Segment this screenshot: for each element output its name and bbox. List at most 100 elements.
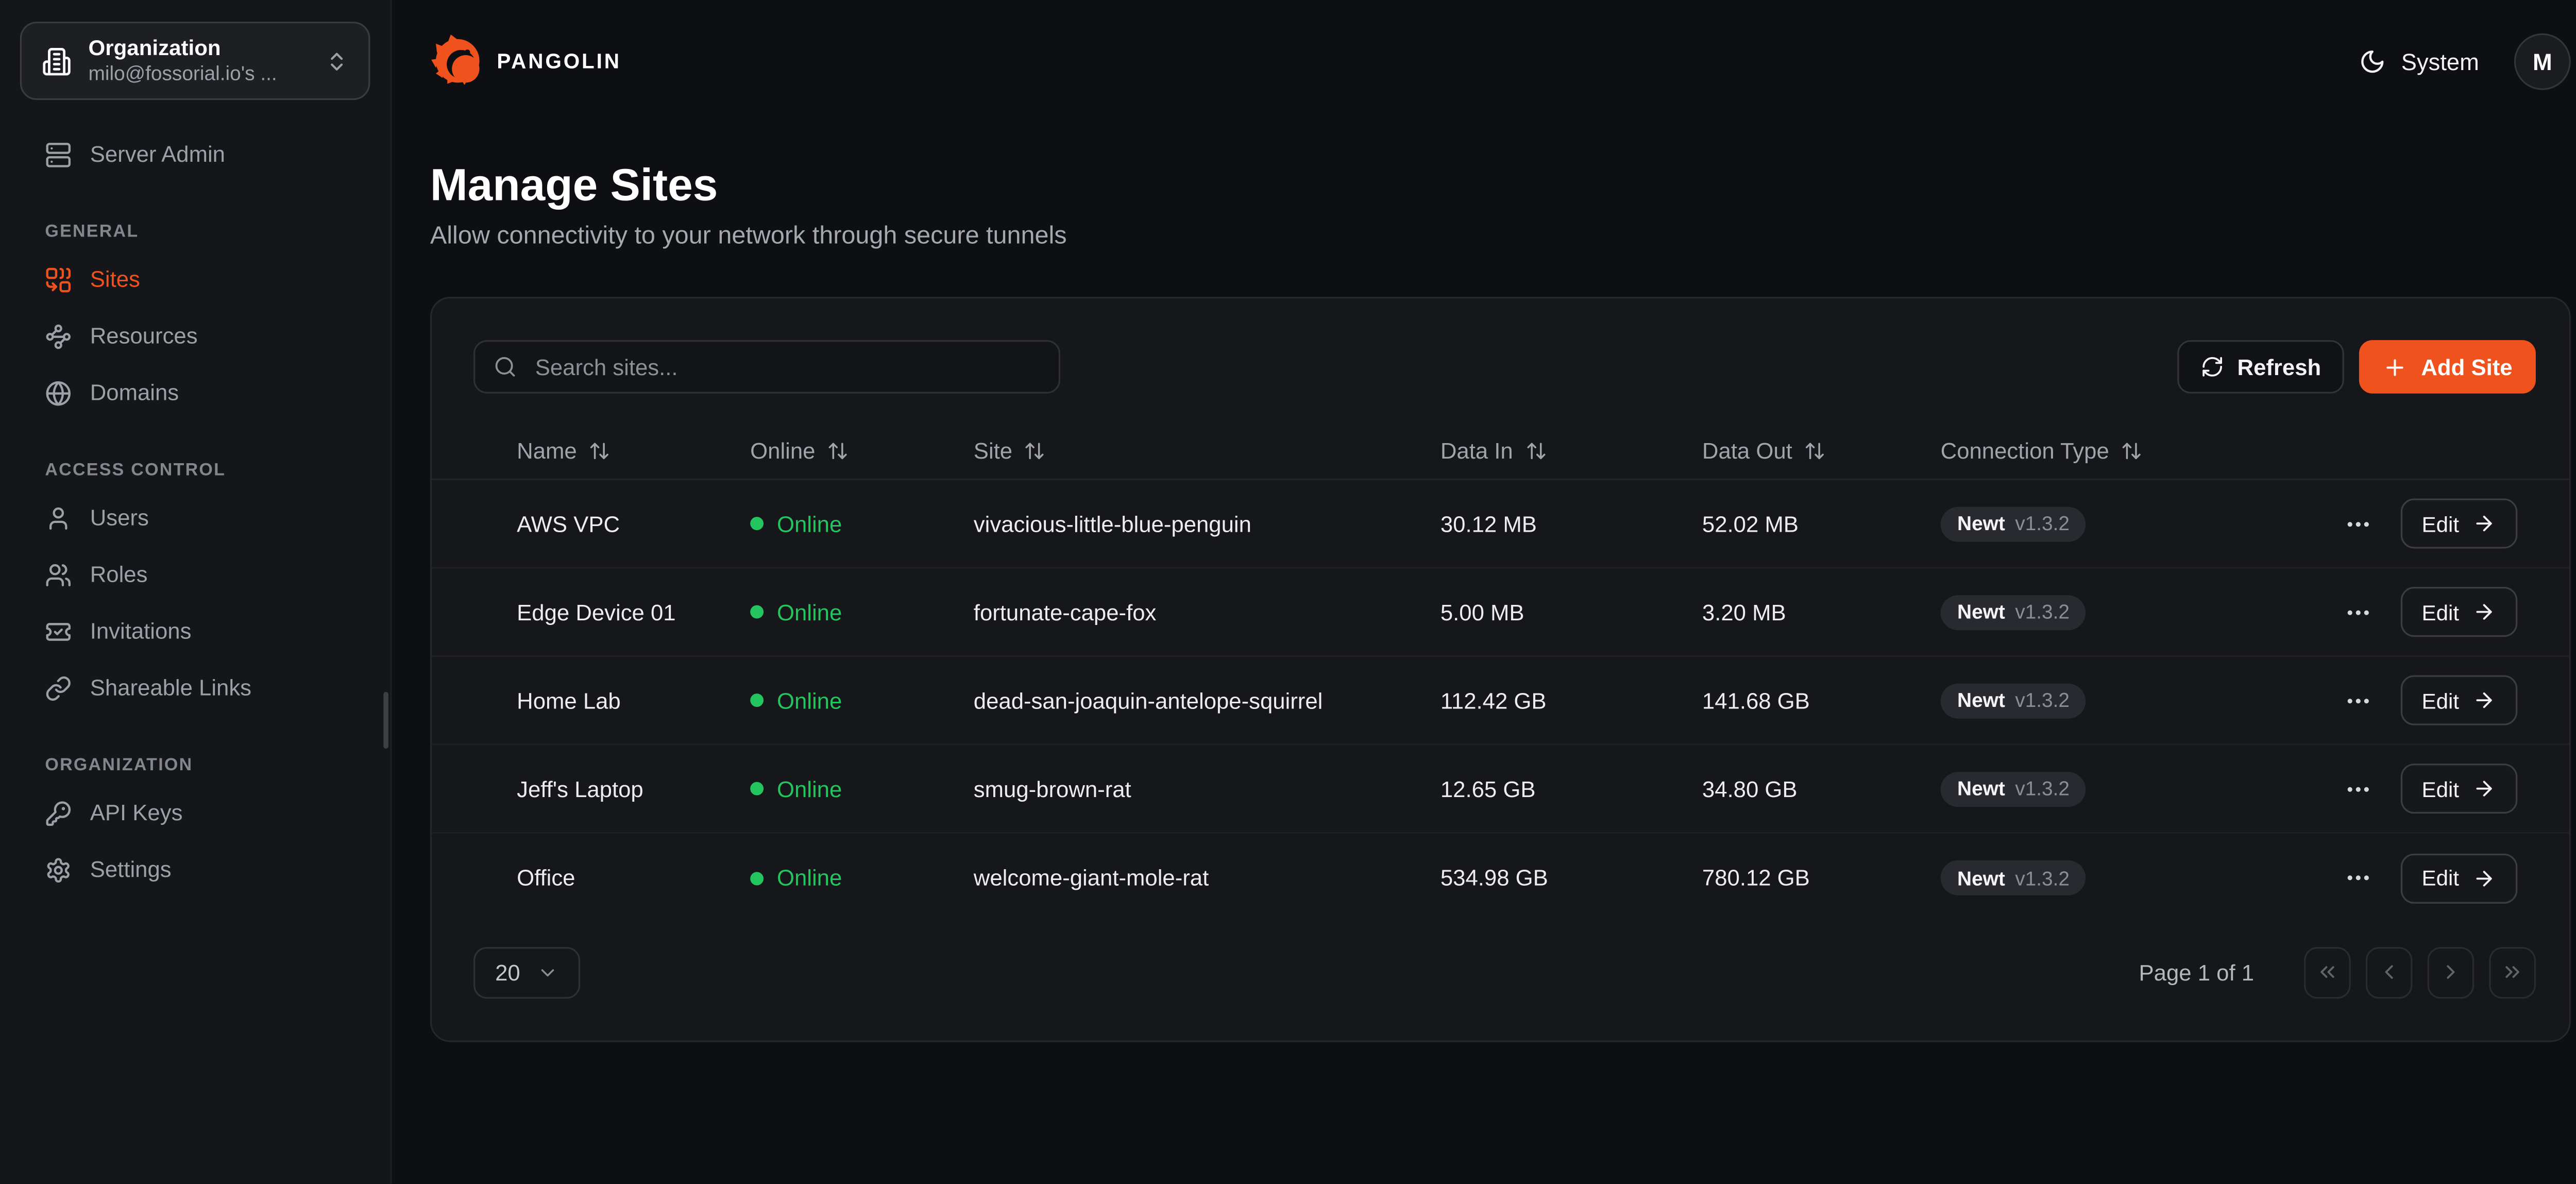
table-row[interactable]: Home Lab Online dead-san-joaquin-antelop…: [432, 657, 2569, 746]
site-status-cell: Online: [750, 865, 974, 890]
last-page-button[interactable]: [2489, 946, 2536, 997]
connection-badge: Newt v1.3.2: [1941, 506, 2087, 541]
page-info: Page 1 of 1: [2139, 959, 2254, 985]
sidebar-item-settings[interactable]: Settings: [20, 842, 370, 899]
theme-toggle[interactable]: System: [2360, 47, 2479, 74]
search-input[interactable]: [532, 352, 1040, 381]
main-content: PANGOLIN System M Manage Sites Allow con…: [392, 0, 2576, 1184]
connection-badge: Newt v1.3.2: [1941, 771, 2087, 806]
search-input-wrap[interactable]: [473, 340, 1060, 394]
first-page-button[interactable]: [2304, 946, 2351, 997]
sidebar-item-roles[interactable]: Roles: [20, 547, 370, 603]
sidebar-item-users[interactable]: Users: [20, 490, 370, 547]
page-size-value: 20: [495, 959, 520, 985]
site-id-cell: fortunate-cape-fox: [974, 599, 1440, 624]
site-status-cell: Online: [750, 599, 974, 624]
org-title: Organization: [89, 35, 309, 62]
brand-name: PANGOLIN: [497, 49, 621, 72]
sidebar-item-server-admin[interactable]: Server Admin: [20, 127, 370, 183]
row-menu-button[interactable]: [2340, 860, 2375, 895]
sidebar-item-label: Invitations: [90, 621, 192, 644]
column-header-data-in[interactable]: Data In: [1440, 438, 1702, 464]
sidebar-item-resources[interactable]: Resources: [20, 309, 370, 365]
site-id-cell: vivacious-little-blue-penguin: [974, 511, 1440, 536]
gear-icon: [45, 857, 72, 884]
sort-icon: [1524, 440, 1546, 462]
data-in-cell: 30.12 MB: [1440, 511, 1702, 536]
row-menu-button[interactable]: [2340, 595, 2375, 630]
org-switcher[interactable]: Organization milo@fossorial.io's ...: [20, 22, 370, 100]
data-in-cell: 12.65 GB: [1440, 776, 1702, 801]
sidebar-scrollbar-thumb[interactable]: [383, 692, 388, 749]
building-icon: [42, 46, 72, 76]
plus-icon: [2383, 354, 2408, 380]
user-avatar[interactable]: M: [2514, 32, 2571, 89]
site-name-cell: Edge Device 01: [517, 599, 750, 624]
table-body: AWS VPC Online vivacious-little-blue-pen…: [432, 480, 2569, 922]
site-name-cell: Jeff's Laptop: [517, 776, 750, 801]
sites-card: Refresh Add Site Name Online: [430, 297, 2571, 1042]
sidebar-item-sites[interactable]: Sites: [20, 252, 370, 309]
site-name-cell: Office: [517, 865, 750, 890]
column-header-name[interactable]: Name: [517, 438, 750, 464]
column-header-data-out[interactable]: Data Out: [1702, 438, 1941, 464]
section-label: ACCESS CONTROL: [20, 460, 370, 480]
ellipsis-icon: [2343, 598, 2371, 626]
sidebar-item-domains[interactable]: Domains: [20, 365, 370, 422]
sidebar-section-general: GENERAL Sites Resources: [20, 222, 370, 421]
sidebar-item-shareable-links[interactable]: Shareable Links: [20, 660, 370, 717]
sidebar-item-invitations[interactable]: Invitations: [20, 603, 370, 660]
ticket-check-icon: [45, 619, 72, 646]
online-dot-icon: [750, 694, 764, 707]
sidebar-item-api-keys[interactable]: API Keys: [20, 785, 370, 842]
page-size-select[interactable]: 20: [473, 946, 580, 997]
row-actions: Edit: [2340, 853, 2517, 903]
arrow-right-icon: [2472, 866, 2496, 889]
site-id-cell: dead-san-joaquin-antelope-squirrel: [974, 688, 1440, 713]
online-dot-icon: [750, 871, 764, 885]
app-root: Organization milo@fossorial.io's ... Ser…: [0, 0, 2576, 1184]
column-header-connection-type[interactable]: Connection Type: [1941, 438, 2518, 464]
column-header-site[interactable]: Site: [974, 438, 1440, 464]
add-site-label: Add Site: [2421, 354, 2512, 380]
edit-button[interactable]: Edit: [2400, 764, 2517, 814]
next-page-button[interactable]: [2428, 946, 2475, 997]
row-menu-button[interactable]: [2340, 683, 2375, 718]
card-toolbar: Refresh Add Site: [473, 340, 2536, 394]
sidebar: Organization milo@fossorial.io's ... Ser…: [0, 0, 392, 1184]
edit-button[interactable]: Edit: [2400, 499, 2517, 549]
row-actions: Edit: [2340, 764, 2517, 814]
add-site-button[interactable]: Add Site: [2360, 340, 2536, 394]
refresh-label: Refresh: [2238, 354, 2321, 380]
table-row[interactable]: Office Online welcome-giant-mole-rat 534…: [432, 834, 2569, 922]
data-out-cell: 34.80 GB: [1702, 776, 1941, 801]
table-row[interactable]: Jeff's Laptop Online smug-brown-rat 12.6…: [432, 745, 2569, 834]
row-actions: Edit: [2340, 587, 2517, 637]
sidebar-item-label: Sites: [90, 269, 140, 292]
online-dot-icon: [750, 517, 764, 530]
arrow-right-icon: [2472, 600, 2496, 623]
row-menu-button[interactable]: [2340, 506, 2375, 541]
prev-page-button[interactable]: [2366, 946, 2413, 997]
row-menu-button[interactable]: [2340, 771, 2375, 806]
refresh-button[interactable]: Refresh: [2177, 340, 2345, 394]
chevrons-up-down-icon: [325, 49, 348, 72]
table-row[interactable]: Edge Device 01 Online fortunate-cape-fox…: [432, 568, 2569, 657]
column-header-online[interactable]: Online: [750, 438, 974, 464]
edit-button[interactable]: Edit: [2400, 675, 2517, 725]
edit-button[interactable]: Edit: [2400, 853, 2517, 903]
connection-type-cell: Newt v1.3.2: [1941, 860, 2340, 895]
table-header: Name Online Site Data In Data Out: [432, 424, 2569, 480]
connection-badge: Newt v1.3.2: [1941, 595, 2087, 630]
ellipsis-icon: [2343, 774, 2371, 803]
site-name-cell: AWS VPC: [517, 511, 750, 536]
table-row[interactable]: AWS VPC Online vivacious-little-blue-pen…: [432, 480, 2569, 569]
pangolin-logo-icon: [430, 33, 485, 89]
globe-icon: [45, 380, 72, 407]
section-label: ORGANIZATION: [20, 755, 370, 775]
edit-button[interactable]: Edit: [2400, 587, 2517, 637]
site-name-cell: Home Lab: [517, 688, 750, 713]
connection-type-cell: Newt v1.3.2: [1941, 595, 2340, 630]
connection-type-cell: Newt v1.3.2: [1941, 771, 2340, 806]
refresh-icon: [2200, 355, 2224, 378]
